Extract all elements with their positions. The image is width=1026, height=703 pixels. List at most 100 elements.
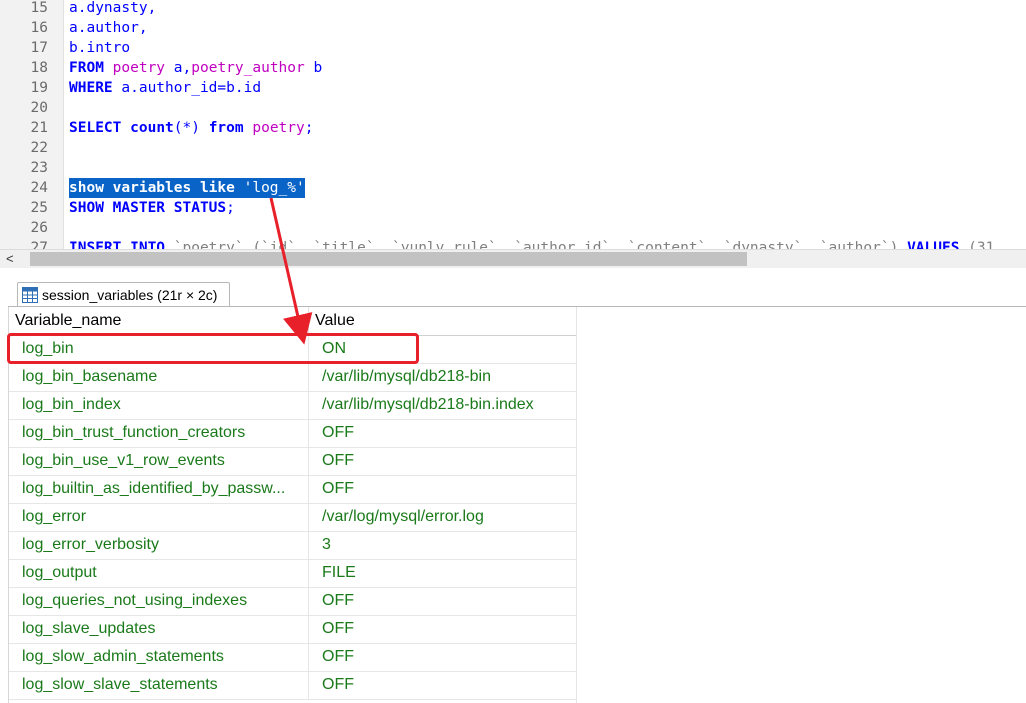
code-token: a.author, [69, 20, 148, 36]
code-token: poetry [252, 120, 305, 136]
line-number: 22 [30, 140, 48, 156]
code-token: WHERE [69, 80, 113, 96]
code-text[interactable]: a.author, [69, 18, 148, 38]
column-separator[interactable] [308, 307, 309, 335]
code-line[interactable]: 25 SHOW MASTER STATUS; [0, 198, 1026, 218]
cell-separator [308, 671, 309, 699]
line-number: 23 [30, 160, 48, 176]
line-number: 17 [30, 40, 48, 56]
table-row[interactable]: log_slave_updates OFF [9, 615, 577, 644]
cell-separator [308, 503, 309, 531]
code-token: b [304, 60, 323, 76]
cell-variable-name[interactable]: log_builtin_as_identified_by_passw... [22, 475, 304, 503]
code-line[interactable]: 24 show variables like 'log_%' [0, 178, 1026, 198]
code-token: a.author_id=b.id [112, 80, 262, 96]
cell-value[interactable]: OFF [322, 643, 574, 671]
cell-value[interactable]: OFF [322, 671, 574, 699]
code-text[interactable]: a.dynasty, [69, 0, 156, 18]
line-number: 21 [30, 120, 48, 136]
code-token: SHOW MASTER STATUS [69, 200, 227, 216]
code-token: count [130, 120, 174, 136]
scroll-left-arrow-icon[interactable]: < [6, 251, 14, 266]
table-row[interactable]: log_builtin_as_identified_by_passw... OFF [9, 475, 577, 504]
code-line[interactable]: 20 [0, 98, 1026, 118]
line-number: 24 [30, 180, 48, 196]
cell-variable-name[interactable]: log_bin_use_v1_row_events [22, 447, 304, 475]
table-row[interactable]: log_slow_slave_statements OFF [9, 671, 577, 700]
code-token: b.intro [69, 40, 131, 56]
cell-variable-name[interactable]: log_error [22, 503, 304, 531]
cell-variable-name[interactable]: log_slave_updates [22, 615, 304, 643]
sql-editor[interactable]: 15 a.dynasty, 16 a.author, 17 b.intro 18 FROM p… [0, 0, 1026, 250]
code-line[interactable]: 17 b.intro [0, 38, 1026, 58]
code-line[interactable]: 23 [0, 158, 1026, 178]
cell-separator [308, 643, 309, 671]
code-text[interactable]: SELECT count(*) from poetry; [69, 118, 313, 138]
line-number: 25 [30, 200, 48, 216]
table-row[interactable]: log_error_verbosity 3 [9, 531, 577, 560]
cell-value[interactable]: OFF [322, 447, 574, 475]
code-text[interactable]: WHERE a.author_id=b.id [69, 78, 261, 98]
cell-value[interactable]: FILE [322, 559, 574, 587]
tab-session-variables[interactable]: session_variables (21r × 2c) [17, 282, 231, 307]
cell-separator [308, 391, 309, 419]
table-grid-icon [22, 287, 38, 303]
grid-border [576, 307, 577, 703]
cell-variable-name[interactable]: log_error_verbosity [22, 531, 304, 559]
table-row[interactable]: log_bin_index/var/lib/mysql/db218-bin.in… [9, 391, 577, 420]
code-line[interactable]: 21 SELECT count(*) from poetry; [0, 118, 1026, 138]
code-text[interactable]: FROM poetry a,poetry_author b [69, 58, 322, 78]
table-row[interactable]: log_queries_not_using_indexes OFF [9, 587, 577, 616]
cell-value[interactable]: /var/log/mysql/error.log [322, 503, 574, 531]
code-line[interactable]: 16 a.author, [0, 18, 1026, 38]
code-line[interactable]: 19 WHERE a.author_id=b.id [0, 78, 1026, 98]
line-number: 16 [30, 20, 48, 36]
table-row[interactable]: log_output FILE [9, 559, 577, 588]
cell-variable-name[interactable]: log_bin_trust_function_creators [22, 419, 304, 447]
code-token: poetry_author [191, 60, 305, 76]
selected-code-text[interactable]: show variables like 'log_%' [69, 178, 305, 198]
table-row[interactable]: log_error/var/log/mysql/error.log [9, 503, 577, 532]
code-token: 'log_%' [243, 180, 305, 196]
cell-separator [308, 587, 309, 615]
cell-separator [308, 475, 309, 503]
code-line[interactable]: 18 FROM poetry a,poetry_author b [0, 58, 1026, 78]
cell-value[interactable]: /var/lib/mysql/db218-bin.index [322, 391, 574, 419]
editor-horizontal-scrollbar[interactable]: < [0, 249, 1026, 268]
column-header-variable-name[interactable]: Variable_name [15, 307, 121, 335]
cell-value[interactable]: OFF [322, 615, 574, 643]
result-grid[interactable]: Variable_name Value log_bin ON log_bin_bas… [8, 307, 577, 703]
cell-value[interactable]: 3 [322, 531, 574, 559]
table-row[interactable]: log_slow_admin_statements OFF [9, 643, 577, 672]
cell-separator [308, 531, 309, 559]
code-line[interactable]: 15 a.dynasty, [0, 0, 1026, 18]
code-token: FROM [69, 60, 104, 76]
cell-variable-name[interactable]: log_bin_index [22, 391, 304, 419]
table-row[interactable]: log_bin_use_v1_row_events OFF [9, 447, 577, 476]
table-row[interactable]: log_bin_trust_function_creators OFF [9, 419, 577, 448]
cell-value[interactable]: OFF [322, 419, 574, 447]
cell-variable-name[interactable]: log_queries_not_using_indexes [22, 587, 304, 615]
cell-separator [308, 447, 309, 475]
cell-variable-name[interactable]: log_bin_basename [22, 363, 304, 391]
line-number: 20 [30, 100, 48, 116]
cell-separator [308, 419, 309, 447]
grid-header: Variable_name Value [9, 307, 577, 336]
column-header-value[interactable]: Value [315, 307, 355, 335]
cell-value[interactable]: /var/lib/mysql/db218-bin [322, 363, 574, 391]
code-token: a.dynasty, [69, 0, 157, 16]
cell-variable-name[interactable]: log_slow_slave_statements [22, 671, 304, 699]
cell-variable-name[interactable]: log_output [22, 559, 304, 587]
cell-value[interactable]: OFF [322, 587, 574, 615]
code-text[interactable]: b.intro [69, 38, 130, 58]
cell-value[interactable]: OFF [322, 475, 574, 503]
table-row[interactable]: log_bin_basename/var/lib/mysql/db218-bin [9, 363, 577, 392]
cell-separator [308, 615, 309, 643]
code-line[interactable]: 22 [0, 138, 1026, 158]
scrollbar-thumb[interactable] [30, 252, 747, 266]
code-text[interactable]: SHOW MASTER STATUS; [69, 198, 235, 218]
code-line[interactable]: 26 [0, 218, 1026, 238]
cell-variable-name[interactable]: log_slow_admin_statements [22, 643, 304, 671]
